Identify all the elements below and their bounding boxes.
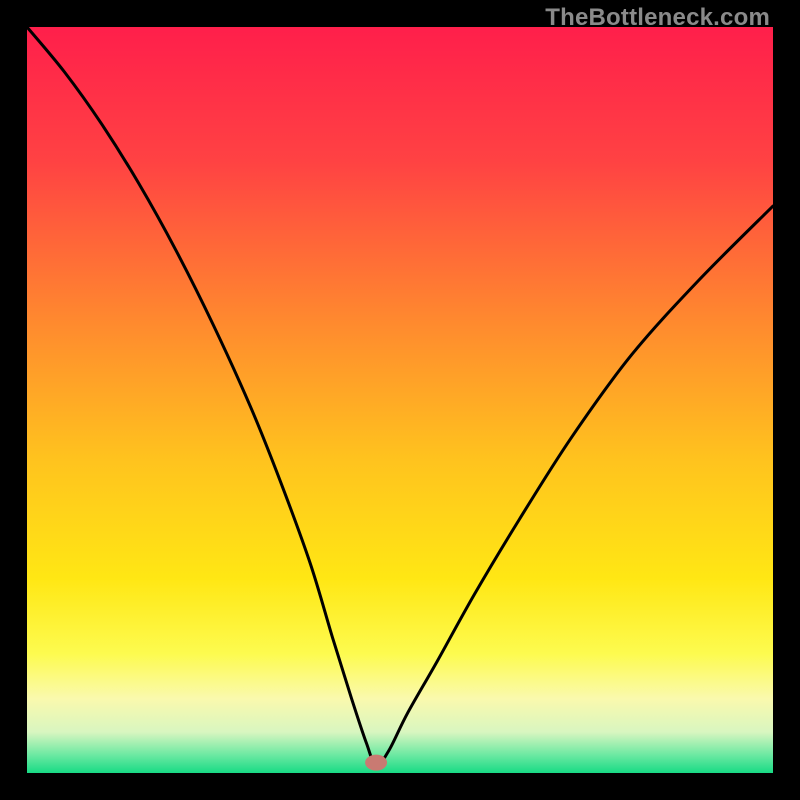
chart-svg xyxy=(27,27,773,773)
gradient-background xyxy=(27,27,773,773)
outer-frame: TheBottleneck.com xyxy=(0,0,800,800)
plot-area xyxy=(27,27,773,773)
optimal-marker xyxy=(365,755,387,771)
